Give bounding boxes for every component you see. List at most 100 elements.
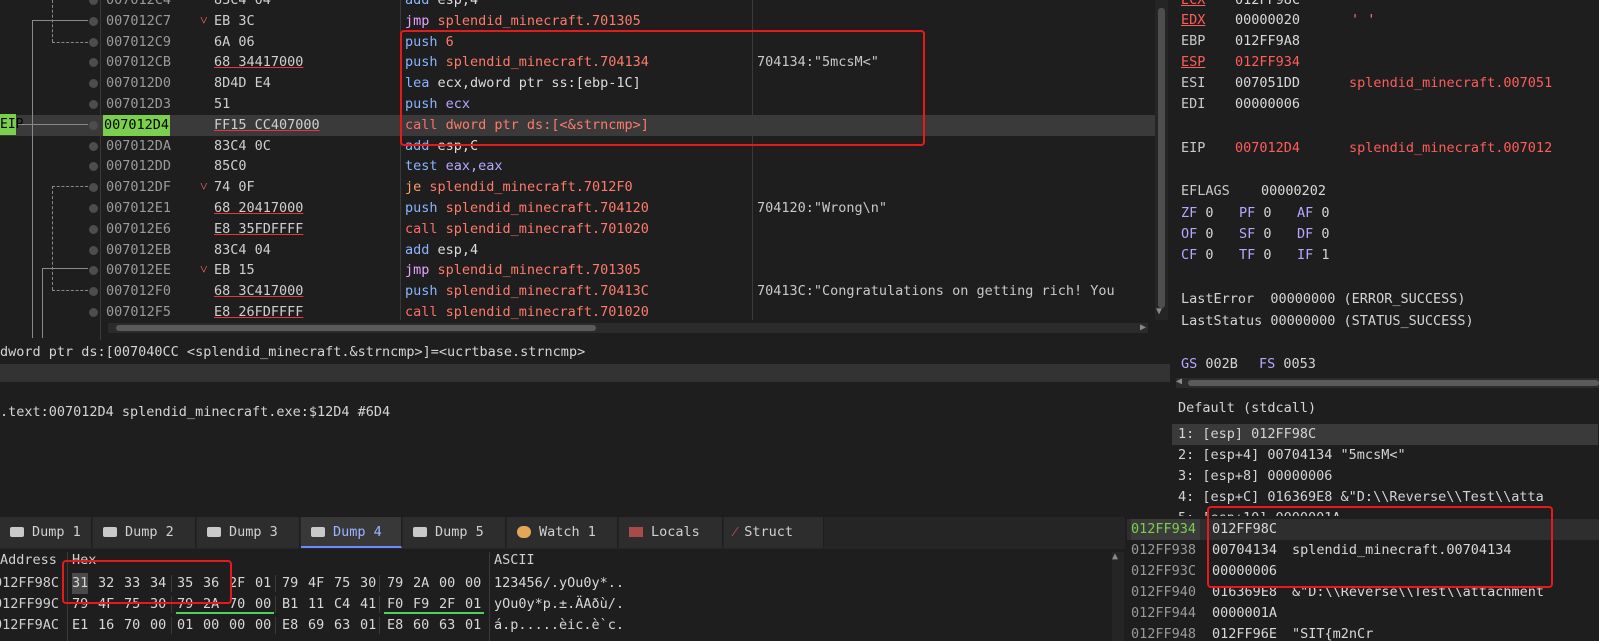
breakpoint-dot[interactable] — [89, 0, 98, 5]
disasm-row[interactable]: 007012F5 E8 26FDFFFF call splendid_minecra… — [0, 302, 1155, 323]
register-value[interactable]: 00000006 — [1235, 94, 1300, 115]
flag-item[interactable]: ZF 0 — [1181, 203, 1214, 224]
register-value[interactable]: 007051DD — [1235, 73, 1300, 94]
tab-dump-1[interactable]: Dump 1 — [0, 517, 92, 548]
argument-row[interactable]: 2: [esp+4] 00704134 "5mcsM<" — [1178, 445, 1598, 466]
dump-byte[interactable]: 00 — [465, 573, 481, 594]
tab-dump-2[interactable]: Dump 2 — [93, 517, 196, 548]
argument-row[interactable]: 3: [esp+8] 00000006 — [1178, 466, 1598, 487]
register-row[interactable]: EIP 007012D4 splendid_minecraft.007012 — [1181, 138, 1599, 159]
flag-item[interactable]: PF 0 — [1239, 203, 1272, 224]
calling-convention-header[interactable]: Default (stdcall) — [1172, 397, 1599, 419]
breakpoint-dot[interactable] — [89, 100, 98, 109]
dump-byte[interactable]: 16 — [98, 615, 114, 636]
dump-byte[interactable]: 79 — [282, 573, 298, 594]
breakpoint-dot[interactable] — [89, 224, 98, 234]
dump-byte[interactable]: 75 — [334, 573, 350, 594]
register-row[interactable]: ESP 012FF934 — [1181, 52, 1599, 73]
dump-byte[interactable]: 4F — [308, 573, 324, 594]
eflags-value[interactable]: 00000202 — [1261, 181, 1326, 202]
disasm-row[interactable]: 007012E6 E8 35FDFFFF call splendid_minecra… — [0, 219, 1155, 240]
flag-item[interactable]: AF 0 — [1297, 203, 1330, 224]
breakpoint-dot[interactable] — [89, 16, 98, 26]
eflags-row[interactable]: EFLAGS 00000202 — [1181, 181, 1326, 202]
scroll-down-icon[interactable]: ▼ — [1156, 306, 1162, 317]
dump-row-ascii[interactable]: yOu0y*p.±.ÄAðù/. — [494, 594, 624, 615]
dump-byte[interactable]: 00 — [255, 615, 271, 636]
breakpoint-dot[interactable] — [89, 204, 98, 213]
tab-struct[interactable]: ⁄ Struct — [724, 517, 824, 548]
dump-byte[interactable]: E8 — [387, 615, 403, 636]
dump-byte[interactable]: 01 — [255, 573, 271, 594]
dump-byte[interactable]: 63 — [334, 615, 350, 636]
flag-item[interactable]: OF 0 — [1181, 224, 1214, 245]
stack-row[interactable]: 012FF944 0000001A — [1127, 603, 1599, 624]
register-value[interactable]: 012FF9A8 — [1235, 31, 1300, 52]
disasm-row[interactable]: 007012EB 83C4 04 add esp,4 — [0, 240, 1155, 261]
flag-item[interactable]: TF 0 — [1239, 245, 1272, 266]
dump-byte[interactable]: 69 — [308, 615, 324, 636]
scroll-up-icon[interactable]: ▲ — [1112, 551, 1118, 562]
tab-locals[interactable]: Locals — [619, 517, 723, 548]
flag-item[interactable]: SF 0 — [1239, 224, 1272, 245]
register-value[interactable]: 00000020 — [1235, 10, 1300, 31]
dump-byte[interactable]: 30 — [360, 573, 376, 594]
dump-row-address[interactable]: 012FF99C — [0, 594, 59, 615]
tab-dump-3[interactable]: Dump 3 — [197, 517, 300, 548]
register-row[interactable]: EDX 00000020 ' ' — [1181, 10, 1599, 31]
scroll-right-icon[interactable]: ▶ — [1140, 322, 1146, 333]
disasm-row[interactable]: 007012EE EB 15 jmp splendid_minecraft.7013… — [0, 260, 1155, 281]
disasm-row[interactable]: 007012DD 85C0 test eax,eax — [0, 156, 1155, 177]
segment-register[interactable]: FS 0053 — [1259, 354, 1316, 375]
argument-row[interactable]: 1: [esp] 012FF98C — [1172, 424, 1598, 445]
dump-byte[interactable]: 00 — [439, 573, 455, 594]
dump-byte[interactable]: 01 — [177, 615, 193, 636]
dump-byte[interactable]: 01 — [360, 615, 376, 636]
dump-row-ascii[interactable]: á.p.....èic.è`c. — [494, 615, 624, 636]
dump-byte[interactable]: 70 — [124, 615, 140, 636]
dump-byte[interactable]: 00 — [203, 615, 219, 636]
breakpoint-dot[interactable] — [89, 162, 98, 172]
breakpoint-dot[interactable] — [89, 266, 98, 276]
register-row[interactable]: EBP 012FF9A8 — [1181, 31, 1599, 52]
flag-item[interactable]: DF 0 — [1297, 224, 1330, 245]
breakpoint-dot[interactable] — [89, 287, 98, 297]
dump-row-address[interactable]: 012FF98C — [0, 573, 59, 594]
breakpoint-dot[interactable] — [89, 120, 98, 130]
breakpoint-dot[interactable] — [89, 245, 98, 255]
dump-byte[interactable]: 79 — [387, 573, 403, 594]
disasm-row[interactable]: 007012DF 74 0F je splendid_minecraft.7012F… — [0, 177, 1155, 198]
dump-byte[interactable]: 41 — [360, 594, 376, 615]
argument-row[interactable]: 4: [esp+C] 016369E8 &"D:\\Reverse\\Test\… — [1178, 487, 1598, 508]
flag-item[interactable]: IF 1 — [1297, 245, 1330, 266]
disasm-row[interactable]: 007012C7 EB 3C jmp splendid_minecraft.7013… — [0, 11, 1155, 32]
breakpoint-dot[interactable] — [89, 79, 98, 89]
dump-byte[interactable]: 00 — [229, 615, 245, 636]
dump-byte[interactable]: E1 — [72, 615, 88, 636]
dump-row-address[interactable]: 012FF9AC — [0, 615, 59, 636]
register-value[interactable]: 012FF934 — [1235, 52, 1300, 73]
tab-watch-1[interactable]: Watch 1 — [507, 517, 618, 548]
disasm-row[interactable]: 007012F0 68 3C417000 push splendid_minecra… — [0, 281, 1155, 302]
horizontal-scroll-thumb[interactable] — [116, 325, 596, 331]
flag-item[interactable]: CF 0 — [1181, 245, 1214, 266]
dump-byte[interactable]: 60 — [413, 615, 429, 636]
dump-byte[interactable]: B1 — [282, 594, 298, 615]
registers-scroll-thumb[interactable] — [1188, 380, 1599, 386]
dump-byte[interactable]: E8 — [282, 615, 298, 636]
dump-byte[interactable]: 2A — [413, 573, 429, 594]
breakpoint-dot[interactable] — [89, 183, 98, 193]
disasm-row[interactable]: 007012C4 83C4 04 add esp,4 — [0, 0, 1155, 11]
vertical-scroll-thumb[interactable] — [1158, 8, 1165, 308]
register-value[interactable]: 007012D4 — [1235, 138, 1300, 159]
breakpoint-dot[interactable] — [89, 308, 98, 317]
breakpoint-dot[interactable] — [89, 58, 98, 68]
dump-byte[interactable]: 01 — [465, 615, 481, 636]
dump-row-ascii[interactable]: 123456/.yOu0y*.. — [494, 573, 624, 594]
dump-byte[interactable]: 63 — [439, 615, 455, 636]
tab-dump-5[interactable]: Dump 5 — [403, 517, 506, 548]
stack-row[interactable]: 012FF948 012FF96E "SIT{m2nCr — [1127, 624, 1599, 641]
segment-register[interactable]: GS 002B — [1181, 354, 1238, 375]
breakpoint-dot[interactable] — [89, 141, 98, 151]
breakpoint-dot[interactable] — [89, 37, 98, 47]
